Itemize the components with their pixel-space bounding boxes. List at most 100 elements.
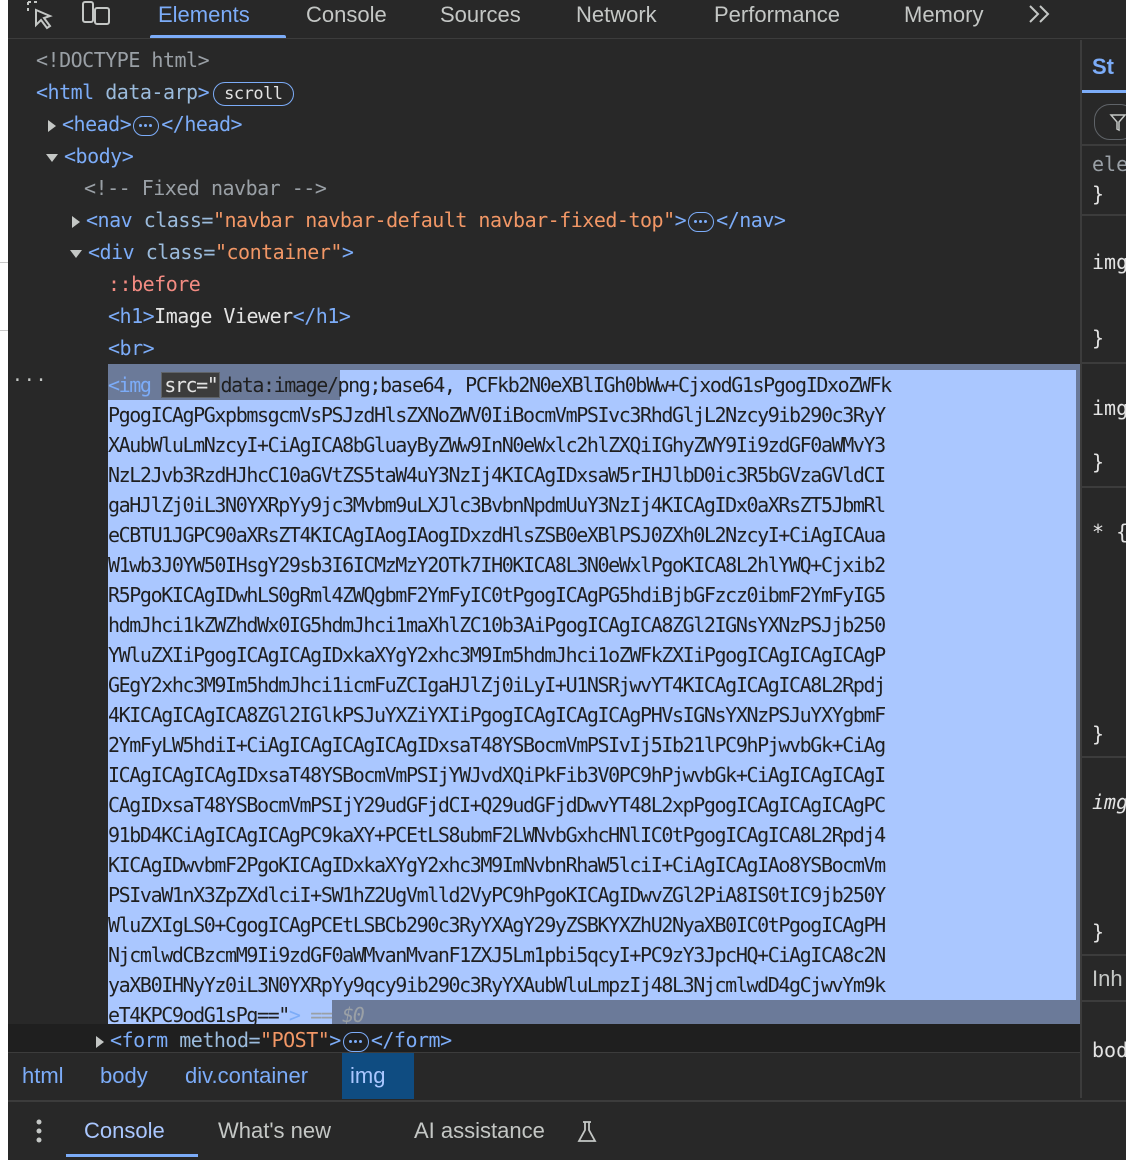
h1-node[interactable]: <h1>Image Viewer</h1> <box>8 300 1080 332</box>
scroll-badge[interactable]: scroll <box>213 81 294 106</box>
dom-tree: <!DOCTYPE html> <html data-arp> scroll <h… <box>8 40 1080 1052</box>
html-open-tag: <html <box>36 80 106 104</box>
expand-arrow-icon[interactable] <box>48 119 56 132</box>
img-src-line: XAubWluLmNzcyI+CiAgICA8bGluayByZWw9InN0e… <box>108 433 886 457</box>
drawer-tab-ai-assistance[interactable]: AI assistance <box>414 1102 545 1160</box>
tab-console[interactable]: Console <box>306 0 387 38</box>
form-open-tag: <form <box>110 1028 180 1052</box>
br-tag: <br> <box>108 336 155 360</box>
before-pseudo: ::before <box>108 272 201 296</box>
styles-line: } <box>1092 920 1105 944</box>
devtools-panel: Elements Console Sources Network Perform… <box>8 0 1126 1160</box>
nav-open-tag: <nav <box>86 208 144 232</box>
device-toolbar-icon[interactable] <box>80 0 112 30</box>
img-src-line: PSIvaW1nX3ZpZXdlciI+SW1hZ2UgVmlld2VyPC9h… <box>108 883 886 907</box>
drawer-tab-whats-new[interactable]: What's new <box>218 1102 331 1160</box>
styles-line: ele <box>1092 152 1126 176</box>
expand-arrow-icon[interactable] <box>72 215 80 228</box>
active-tab-indicator <box>150 35 286 38</box>
img-src-line: NzL2Jvb3RzdHJhcC10aGVtZS5taW4uY3NzIj4KIC… <box>108 463 886 487</box>
img-src-line: WluZXIgLS0+CgogICAgPCEtLSBCb290c3RyYXAgY… <box>108 913 886 937</box>
form-method-value: "POST" <box>260 1028 330 1052</box>
head-node[interactable]: <head> </head> <box>8 108 1080 140</box>
form-node[interactable]: <form method="POST"> </form> <box>8 1024 1080 1052</box>
comment-text: <!-- Fixed navbar --> <box>84 176 327 200</box>
div-gt: > <box>341 240 354 264</box>
styles-tab-underline <box>1082 90 1126 93</box>
inspect-element-icon[interactable] <box>24 0 56 30</box>
tab-elements[interactable]: Elements <box>158 0 250 38</box>
doctype-text: <!DOCTYPE html> <box>36 48 210 72</box>
styles-line: } <box>1092 326 1105 350</box>
img-src-line: YWluZXIiPgogICAgICAgIDxkaXYgY2xhc3M9Im5h… <box>108 643 886 667</box>
styles-line: img <box>1092 250 1126 274</box>
filter-icon[interactable] <box>1094 104 1126 140</box>
collapsed-ellipsis-icon[interactable] <box>342 1031 369 1052</box>
styles-line: img <box>1092 396 1126 420</box>
br-node[interactable]: <br> <box>8 332 1080 364</box>
img-src-line: gaHJlZj0iL3N0YXRpYy9jc3Mvbm9uLXJlc3BvbnN… <box>108 493 886 517</box>
img-src-line: GEgY2xhc3M9Im5hdmJhci1icmFuZCIgaHJlZj0iL… <box>108 673 886 697</box>
h1-open-tag: <h1> <box>108 304 155 328</box>
devtools-tabbar: Elements Console Sources Network Perform… <box>8 0 1126 39</box>
styles-line: } <box>1092 722 1105 746</box>
img-src-line: R5PgoKICAgIDwhLS0gRml4ZWQgbmF2YmFyIC0tPg… <box>108 583 886 607</box>
tab-memory[interactable]: Memory <box>904 0 983 38</box>
img-open-tag: <img <box>108 373 162 397</box>
div-class-attr: class= <box>145 240 216 264</box>
breadcrumb-body[interactable]: body <box>92 1053 156 1099</box>
tab-network[interactable]: Network <box>576 0 657 38</box>
img-src-line: W1wb3J0YW50IHsgY29sb3I6ICMzMzY2OTk7IH0KI… <box>108 553 886 577</box>
img-src-line: 2YmFyLW5hdiI+CiAgICAgICAgICAgIDxsaT48YSB… <box>108 733 886 757</box>
doctype-node[interactable]: <!DOCTYPE html> <box>8 44 1080 76</box>
img-src-line: 91bD4KCiAgICAgICAgPC9kaXY+PCEtLS8ubmF2LW… <box>108 823 886 847</box>
html-attr: data-arp <box>105 80 198 104</box>
before-pseudo-node[interactable]: ::before <box>8 268 1080 300</box>
collapse-arrow-icon[interactable] <box>46 153 58 162</box>
breadcrumb-html[interactable]: html <box>14 1053 72 1099</box>
tab-performance[interactable]: Performance <box>714 0 840 38</box>
row-actions-dots-icon[interactable]: ··· <box>12 370 48 391</box>
nav-class-value: "navbar navbar-default navbar-fixed-top" <box>212 208 675 232</box>
nav-node[interactable]: <nav class="navbar navbar-default navbar… <box>8 204 1080 236</box>
head-open-tag: <head> <box>62 112 132 136</box>
form-method-attr: method= <box>179 1028 261 1052</box>
img-src-line: <img src=" data:image/png;base64, PCFkb2N… <box>108 370 1080 400</box>
comment-node[interactable]: <!-- Fixed navbar --> <box>8 172 1080 204</box>
head-close-tag: </head> <box>161 112 243 136</box>
img-src-line: yaXB0IHNyYz0iL3N0YXRpYy9qcy9ib290c3RyYXA… <box>108 973 886 997</box>
nav-class-attr: class= <box>143 208 214 232</box>
form-gt: > <box>329 1028 341 1052</box>
div-container-node[interactable]: <div class="container"> <box>8 236 1080 268</box>
breadcrumb-div-container[interactable]: div.container <box>177 1053 316 1099</box>
html-node[interactable]: <html data-arp> scroll <box>8 76 1080 108</box>
img-src-attr: src=" <box>161 372 221 398</box>
img-src-line: eCBTU1JGPC90aXRsZT4KICAgIAogIAogIDxzdHls… <box>108 523 886 547</box>
img-src-line: ICAgICAgICAgIDxsaT48YSBocmVmPSIjYWJvdXQi… <box>108 763 886 787</box>
collapsed-ellipsis-icon[interactable] <box>133 115 160 136</box>
drawer-menu-icon[interactable] <box>34 1118 44 1148</box>
img-src-line: 4KICAgICAgICA8ZGl2IGlkPSJuYXZiYXIiPgogIC… <box>108 703 886 727</box>
img-src-line: CAgIDxsaT48YSBocmVmPSIjY29udGFjdCI+Q29ud… <box>108 793 886 817</box>
html-close-bracket: > <box>197 80 210 104</box>
drawer-tab-console[interactable]: Console <box>84 1102 165 1160</box>
styles-tab[interactable]: St <box>1092 54 1114 80</box>
drawer-tabbar: Console What's new AI assistance <box>8 1100 1126 1160</box>
expand-arrow-icon[interactable] <box>96 1035 104 1048</box>
body-node[interactable]: <body> <box>8 140 1080 172</box>
img-src-line: PgogICAgPGxpbmsgcmVsPSJzdHlsZXNoZWV0IiBo… <box>108 403 886 427</box>
page-background-strip <box>0 0 8 1158</box>
h1-text: Image Viewer <box>154 304 293 328</box>
div-open-tag: <div <box>88 240 146 264</box>
img-src-line: NjcmlwdCBzcmM9Ii9zdGF0aWMvanMvanF1ZXJ5Lm… <box>108 943 886 967</box>
inherited-label: Inh <box>1092 966 1123 991</box>
breadcrumb-img[interactable]: img <box>342 1053 414 1099</box>
flask-icon <box>576 1120 598 1148</box>
body-open-tag: <body> <box>64 144 134 168</box>
more-tabs-chevron-icon[interactable] <box>1024 0 1058 30</box>
collapse-arrow-icon[interactable] <box>70 249 82 258</box>
tab-sources[interactable]: Sources <box>440 0 521 38</box>
styles-pane: St ele } img } img } * { } img } Inh bod <box>1080 40 1126 1098</box>
collapsed-ellipsis-icon[interactable] <box>688 211 715 232</box>
form-close-tag: </form> <box>370 1028 452 1052</box>
